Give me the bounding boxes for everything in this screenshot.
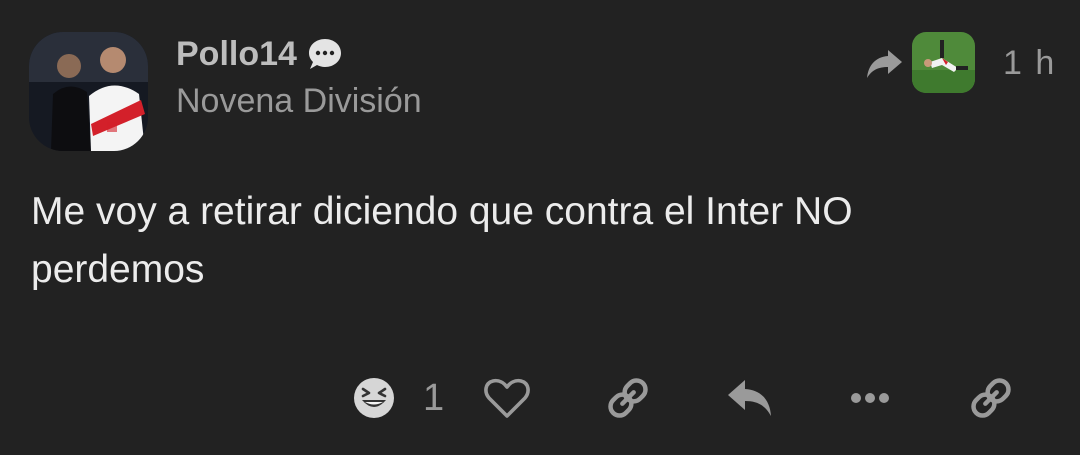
like-button[interactable] xyxy=(480,370,534,426)
reply-to-avatar[interactable] xyxy=(912,32,975,93)
post-actions: 1 xyxy=(0,370,1080,430)
username[interactable]: Pollo14 xyxy=(176,33,343,75)
username-text: Pollo14 xyxy=(176,35,297,73)
post: Pollo14 Novena División 1 h Me voy a ret… xyxy=(0,0,1080,455)
copy-link-button[interactable] xyxy=(603,370,653,426)
heart-icon xyxy=(484,378,530,418)
link-icon xyxy=(971,378,1011,418)
reply-to-arrow-icon[interactable] xyxy=(864,44,904,84)
laughing-emoji-icon xyxy=(354,378,394,418)
reaction-count[interactable]: 1 xyxy=(423,378,444,418)
avatar-photo xyxy=(29,32,148,151)
post-body: Me voy a retirar diciendo que contra el … xyxy=(31,190,853,291)
reaction-button[interactable] xyxy=(350,370,398,426)
reply-button[interactable] xyxy=(723,370,777,426)
link-icon xyxy=(608,378,648,418)
user-title: Novena División xyxy=(176,82,422,120)
share-button[interactable] xyxy=(966,370,1016,426)
reply-avatar-photo xyxy=(912,32,975,93)
reply-icon xyxy=(728,380,771,416)
user-avatar[interactable] xyxy=(29,32,148,151)
chat-bubble-icon xyxy=(307,36,343,72)
more-button[interactable] xyxy=(846,370,894,426)
post-date[interactable]: 1 h xyxy=(1003,42,1056,84)
ellipsis-icon xyxy=(851,393,889,403)
